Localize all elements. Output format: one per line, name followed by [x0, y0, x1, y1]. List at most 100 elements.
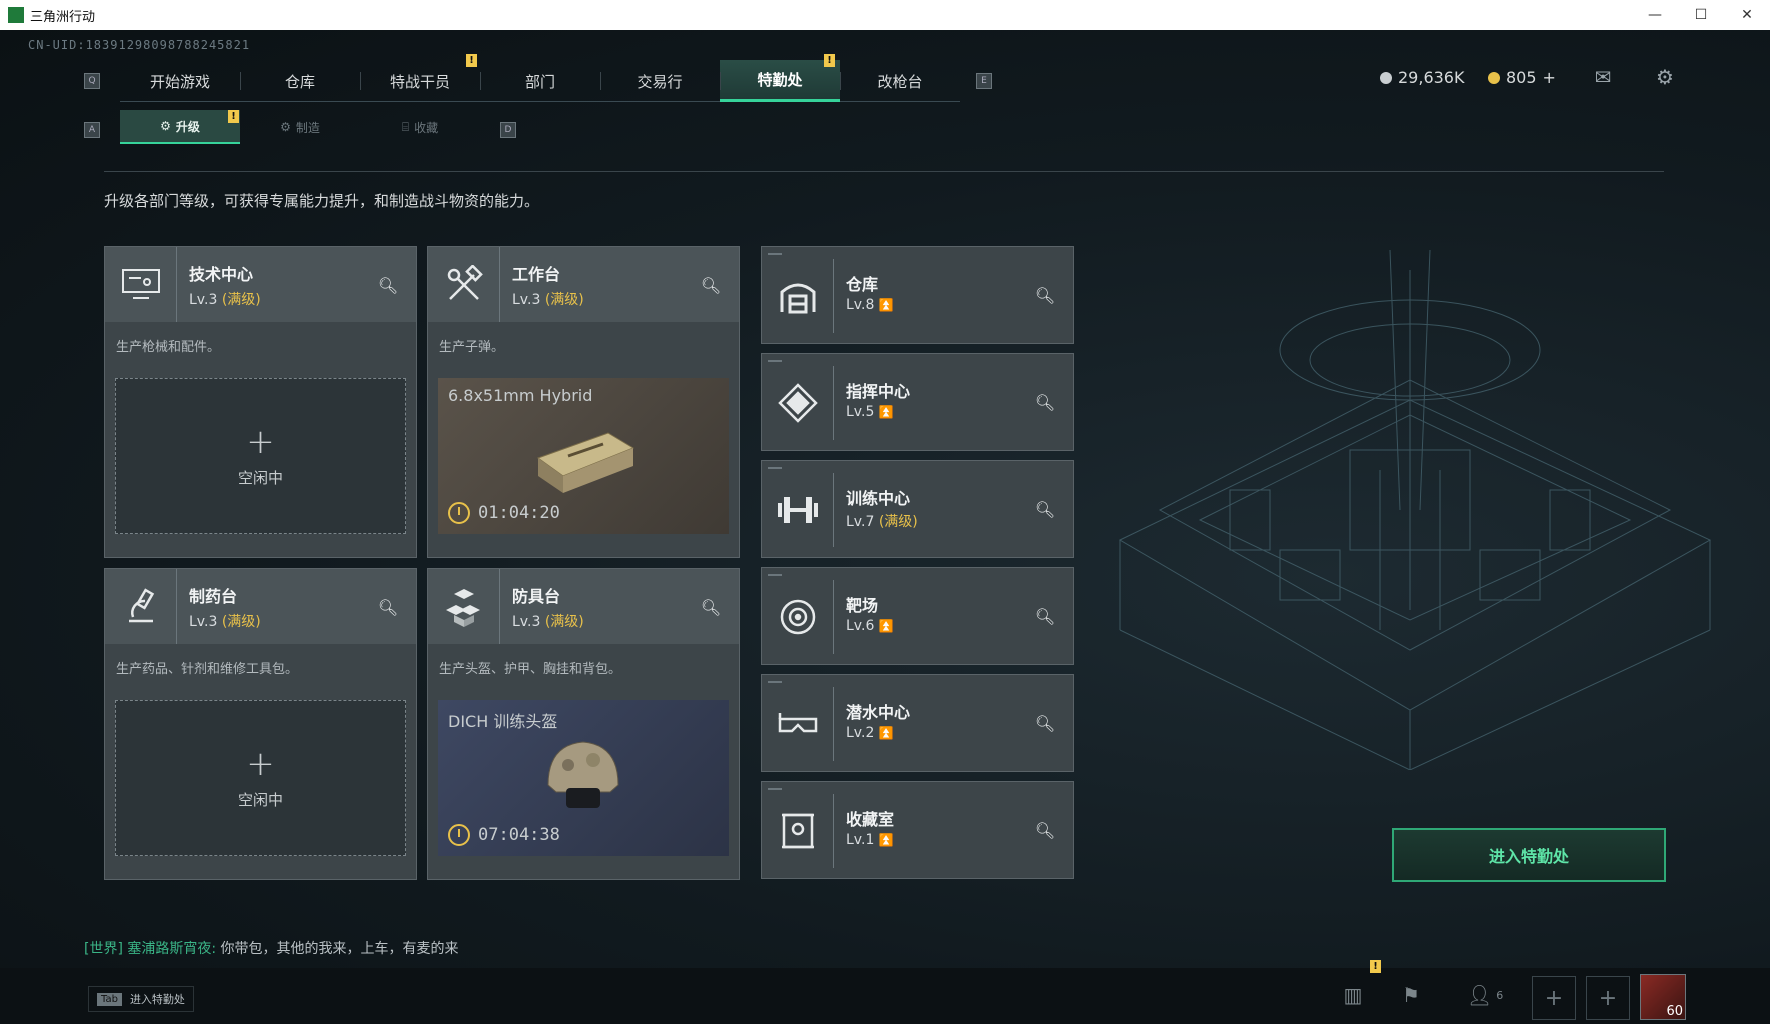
- hologram-base-illustration: [1118, 249, 1712, 770]
- card-header: 工作台 Lv.3 (满级) 🔍︎: [428, 247, 739, 322]
- upgrade-arrow-icon: ⏫: [878, 298, 894, 312]
- level-value: Lv.5: [846, 404, 875, 420]
- idle-production-slot[interactable]: + 空闲中: [115, 700, 406, 856]
- search-icon[interactable]: 🔍︎: [1033, 283, 1057, 307]
- facility-row-command-center[interactable]: 指挥中心 Lv.5 ⏫ 🔍︎: [761, 353, 1074, 451]
- warehouse-icon: [762, 259, 834, 333]
- idle-production-slot[interactable]: + 空闲中: [115, 378, 406, 534]
- corner-accent: [768, 681, 782, 683]
- subtab-craft[interactable]: ⚙ 制造: [240, 110, 360, 144]
- max-level-tag: (满级): [221, 291, 261, 308]
- maximize-button[interactable]: ☐: [1678, 0, 1724, 30]
- tab-start-game[interactable]: 开始游戏: [120, 60, 240, 102]
- facility-card-tech-center[interactable]: 技术中心 Lv.3 (满级) 🔍︎ 生产枪械和配件。 + 空闲中: [104, 246, 417, 558]
- plus-icon: +: [246, 743, 275, 784]
- card-header: 技术中心 Lv.3 (满级) 🔍︎: [105, 247, 416, 322]
- gold-amount: 805: [1506, 68, 1537, 87]
- facility-row-collection-room[interactable]: 收藏室 Lv.1 ⏫ 🔍︎: [761, 781, 1074, 879]
- page-description: 升级各部门等级，可获得专属能力提升，和制造战斗物资的能力。: [104, 192, 540, 210]
- subtab-collection-label: 收藏: [414, 120, 439, 135]
- tab-operators[interactable]: 特战干员: [360, 60, 480, 102]
- tab-warehouse[interactable]: 仓库: [240, 60, 360, 102]
- subtab-upgrade[interactable]: ⚙ 升级: [120, 110, 240, 144]
- add-gold-button[interactable]: +: [1543, 68, 1556, 87]
- facility-row-diving-center[interactable]: 潜水中心 Lv.2 ⏫ 🔍︎: [761, 674, 1074, 772]
- search-icon[interactable]: 🔍︎: [376, 273, 400, 297]
- facility-card-workbench[interactable]: 工作台 Lv.3 (满级) 🔍︎ 生产子弹。 6.8x51mm Hybrid 0…: [427, 246, 740, 558]
- enter-special-services-button[interactable]: 进入特勤处: [1392, 828, 1666, 882]
- search-icon[interactable]: 🔍︎: [1033, 711, 1057, 735]
- ammo-box-icon: [536, 432, 635, 493]
- craft-icon: ⚙: [280, 120, 291, 134]
- search-icon[interactable]: 🔍︎: [376, 595, 400, 619]
- mail-icon[interactable]: ✉: [1590, 65, 1616, 89]
- facility-level: Lv.6 ⏫: [846, 618, 894, 634]
- add-slot-button-1[interactable]: +: [1532, 976, 1576, 1020]
- collection-icon: ⌸: [401, 119, 410, 134]
- subnav-prev-key[interactable]: A: [84, 122, 100, 138]
- facility-row-shooting-range[interactable]: 靶场 Lv.6 ⏫ 🔍︎: [761, 567, 1074, 665]
- minimize-button[interactable]: —: [1632, 0, 1678, 30]
- operators-alert-badge: !: [466, 54, 477, 67]
- search-icon[interactable]: 🔍︎: [1033, 390, 1057, 414]
- friends-count: 6: [1496, 988, 1504, 1002]
- upgrade-arrow-icon: ⏫: [878, 833, 894, 847]
- window-titlebar: 三角洲行动 — ☐ ✕: [0, 0, 1770, 30]
- facility-card-armor-bench[interactable]: 防具台 Lv.3 (满级) 🔍︎ 生产头盔、护甲、胸挂和背包。 DICH 训练头…: [427, 568, 740, 880]
- facility-name: 仓库: [846, 275, 879, 294]
- subtab-collection[interactable]: ⌸ 收藏: [360, 110, 480, 144]
- stats-chart-icon[interactable]: ▥: [1338, 980, 1368, 1010]
- facility-name: 指挥中心: [846, 382, 911, 401]
- level-value: Lv.3: [512, 613, 541, 630]
- level-value: Lv.3: [189, 613, 218, 630]
- nav-next-key[interactable]: E: [976, 73, 992, 89]
- tab-gunsmith[interactable]: 改枪台: [840, 60, 960, 102]
- nav-prev-key[interactable]: Q: [84, 73, 100, 89]
- facility-level: Lv.7 (满级): [846, 511, 918, 531]
- friends-icon[interactable]: 👤︎ 6: [1460, 980, 1510, 1010]
- card-description: 生产枪械和配件。: [116, 340, 221, 355]
- tab-trading[interactable]: 交易行: [600, 60, 720, 102]
- search-icon[interactable]: 🔍︎: [1033, 818, 1057, 842]
- corner-accent: [768, 253, 782, 255]
- chat-message: 你带包，其他的我来，上车，有麦的来: [220, 941, 459, 957]
- flag-icon[interactable]: ⚑: [1396, 980, 1426, 1010]
- level-value: Lv.7: [846, 514, 875, 530]
- level-value: Lv.6: [846, 618, 875, 634]
- facility-row-warehouse[interactable]: 仓库 Lv.8 ⏫ 🔍︎: [761, 246, 1074, 344]
- world-chat-line[interactable]: [世界] 塞浦路斯宵夜: 你带包，其他的我来，上车，有麦的来: [84, 938, 459, 958]
- stats-alert-badge: !: [1370, 960, 1381, 973]
- tab-departments[interactable]: 部门: [480, 60, 600, 102]
- production-item-name: 6.8x51mm Hybrid: [448, 386, 593, 405]
- facility-row-training-center[interactable]: 训练中心 Lv.7 (满级) 🔍︎: [761, 460, 1074, 558]
- idle-label: 空闲中: [237, 790, 283, 809]
- active-production-slot[interactable]: 6.8x51mm Hybrid 01:04:20: [438, 378, 729, 534]
- card-description: 生产子弹。: [439, 340, 505, 355]
- subnav-next-key[interactable]: D: [500, 122, 516, 138]
- tab-shortcut-hint[interactable]: Tab 进入特勤处: [88, 986, 194, 1012]
- window-title: 三角洲行动: [30, 9, 96, 25]
- chat-channel-sender: [世界] 塞浦路斯宵夜:: [84, 941, 217, 957]
- active-production-slot[interactable]: DICH 训练头盔 07:04:38: [438, 700, 729, 856]
- search-icon[interactable]: 🔍︎: [699, 595, 723, 619]
- upgrade-arrow-icon: ⏫: [878, 726, 894, 740]
- silver-coin-icon: [1380, 71, 1392, 84]
- silver-currency: 29,636K: [1380, 68, 1464, 87]
- card-title: 制药台: [189, 586, 238, 606]
- search-icon[interactable]: 🔍︎: [1033, 497, 1057, 521]
- tab-special-services[interactable]: 特勤处: [720, 60, 840, 102]
- subtab-craft-label: 制造: [295, 120, 320, 135]
- search-icon[interactable]: 🔍︎: [699, 273, 723, 297]
- add-slot-button-2[interactable]: +: [1586, 976, 1630, 1020]
- corner-accent: [768, 360, 782, 362]
- facility-card-pharmacy[interactable]: 制药台 Lv.3 (满级) 🔍︎ 生产药品、针剂和维修工具包。 + 空闲中: [104, 568, 417, 880]
- settings-gear-icon[interactable]: ⚙: [1652, 65, 1678, 89]
- facility-level: Lv.5 ⏫: [846, 404, 894, 420]
- search-icon[interactable]: 🔍︎: [1033, 604, 1057, 628]
- close-button[interactable]: ✕: [1724, 0, 1770, 30]
- level-value: Lv.8: [846, 297, 875, 313]
- level-value: Lv.3: [512, 291, 541, 308]
- player-avatar[interactable]: 60: [1640, 974, 1686, 1020]
- dumbbell-icon: [762, 473, 834, 547]
- gold-currency[interactable]: 805 +: [1488, 68, 1556, 87]
